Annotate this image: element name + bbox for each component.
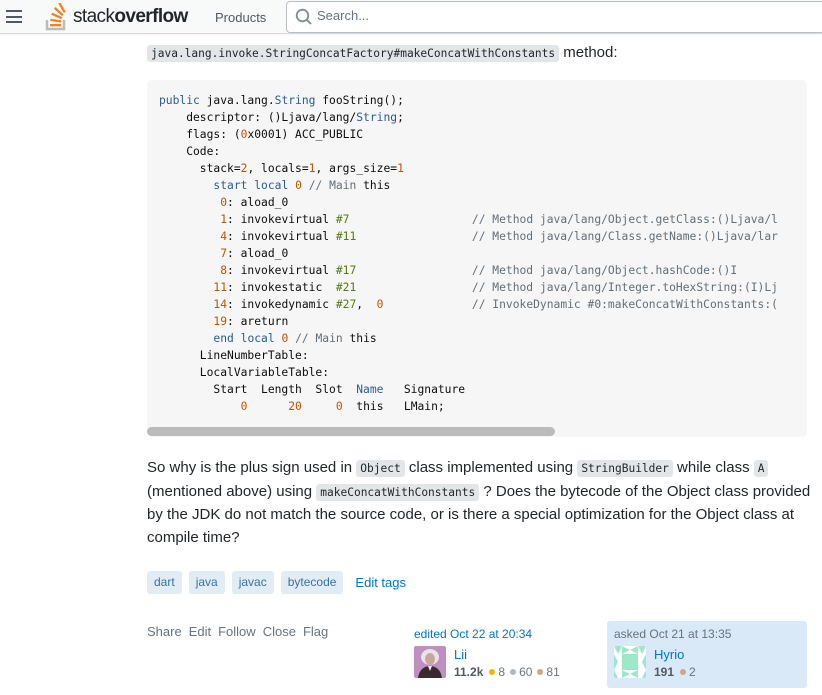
- inline-code: Object: [356, 460, 405, 477]
- stack-logo-icon: [45, 3, 66, 31]
- text: (mentioned above) using: [147, 482, 317, 500]
- asker-reputation: 191 2: [654, 665, 699, 679]
- bronze-badge-icon: [537, 669, 544, 676]
- close-button[interactable]: Close: [263, 624, 296, 639]
- intro-text: method:: [559, 44, 618, 61]
- code-line: public java.lang.String fooString();: [159, 94, 404, 107]
- hamburger-menu-icon[interactable]: [6, 10, 22, 23]
- code-line: 4: invokevirtual #11 // Method java/lang…: [220, 230, 778, 243]
- code-line: 19: areturn: [213, 315, 289, 328]
- code-line: LineNumberTable:: [159, 349, 309, 362]
- silver-badge-icon: [510, 669, 517, 676]
- code-line: 11: invokestatic #21 // Method java/lang…: [213, 281, 778, 294]
- inline-code: makeConcatWithConstants: [316, 483, 480, 501]
- tag-javac[interactable]: javac: [231, 571, 274, 594]
- inline-code: StringBuilder: [577, 460, 673, 477]
- editor-avatar[interactable]: [414, 646, 446, 678]
- code-line: start local 0 // Main this: [213, 179, 391, 192]
- horizontal-scrollbar[interactable]: [147, 427, 555, 436]
- gold-badge-count: 8: [498, 665, 506, 679]
- identicon-avatar-icon: [614, 646, 646, 678]
- search-box[interactable]: [286, 1, 822, 33]
- code-line: descriptor: ()Ljava/lang/String;: [159, 111, 404, 124]
- code-block: public java.lang.String fooString(); des…: [147, 80, 807, 437]
- code-line: 14: invokedynamic #27, 0 // InvokeDynami…: [213, 298, 778, 311]
- code-line: Code:: [159, 145, 221, 158]
- flag-button[interactable]: Flag: [303, 624, 328, 639]
- asker-name-link[interactable]: Hyrio: [654, 647, 684, 662]
- tag-list: dart java javac bytecode Edit tags: [147, 571, 406, 594]
- reputation-score: 11.2k: [454, 665, 484, 679]
- reputation-score: 191: [654, 665, 675, 679]
- follow-button[interactable]: Follow: [218, 624, 256, 639]
- logo-text-light: stack: [73, 6, 115, 27]
- share-button[interactable]: Share: [147, 624, 182, 639]
- edit-tags-link[interactable]: Edit tags: [355, 575, 406, 590]
- inline-code: A: [753, 460, 769, 477]
- post-menu: Share Edit Follow Close Flag: [147, 624, 335, 639]
- editor-reputation: 11.2k 8 60 81: [454, 665, 563, 679]
- intro-line: java.lang.invoke.StringConcatFactory#mak…: [147, 43, 618, 64]
- edited-time-link[interactable]: edited Oct 22 at 20:34: [414, 627, 594, 641]
- code-line: Start Length Slot Name Signature: [159, 383, 466, 396]
- editor-card: edited Oct 22 at 20:34 Lii 11.2k 8 60 81: [414, 627, 594, 679]
- bronze-badge-icon: [680, 669, 687, 676]
- code-content: public java.lang.String fooString(); des…: [159, 92, 778, 415]
- logo-text: stackoverflow: [73, 6, 188, 28]
- code-line: LocalVariableTable:: [159, 366, 330, 379]
- text: So why is the plus sign used in: [147, 459, 357, 476]
- code-line: 7: aload_0: [220, 247, 289, 260]
- tag-dart[interactable]: dart: [147, 571, 182, 594]
- code-line: stack=2, locals=1, args_size=1: [159, 162, 404, 175]
- text: class implemented using: [404, 459, 578, 476]
- bronze-badge-count: 2: [689, 665, 696, 679]
- tag-bytecode[interactable]: bytecode: [280, 571, 344, 594]
- question-body: So why is the plus sign used in Object c…: [147, 457, 812, 549]
- asked-time: asked Oct 21 at 13:35: [614, 627, 732, 641]
- code-line: 1: invokevirtual #7 // Method java/lang/…: [220, 213, 778, 226]
- bronze-badge-count: 81: [546, 665, 560, 679]
- code-line: flags: (0x0001) ACC_PUBLIC: [159, 128, 364, 141]
- asker-card: asked Oct 21 at 13:35 Hyrio 191 2: [607, 621, 807, 688]
- top-bar: stackoverflow Products: [0, 0, 822, 34]
- search-icon: [295, 8, 312, 25]
- text: while class: [672, 459, 754, 476]
- gold-badge-icon: [489, 669, 496, 676]
- asker-avatar[interactable]: [614, 646, 646, 678]
- code-line: 0 20 0 this LMain;: [240, 400, 445, 413]
- silver-badge-count: 60: [519, 665, 533, 679]
- search-input[interactable]: [317, 8, 617, 23]
- inline-code: java.lang.invoke.StringConcatFactory#mak…: [147, 45, 560, 62]
- code-line: 8: invokevirtual #17 // Method java/lang…: [220, 264, 738, 277]
- avatar-portrait-icon: [414, 646, 446, 678]
- stackoverflow-logo[interactable]: stackoverflow: [45, 2, 188, 32]
- logo-text-bold: overflow: [114, 6, 188, 27]
- tag-java[interactable]: java: [188, 571, 225, 594]
- editor-name-link[interactable]: Lii: [454, 647, 467, 662]
- edit-button[interactable]: Edit: [189, 624, 211, 639]
- code-line: end local 0 // Main this: [213, 332, 377, 345]
- products-link[interactable]: Products: [215, 10, 266, 25]
- code-line: 0: aload_0: [220, 196, 289, 209]
